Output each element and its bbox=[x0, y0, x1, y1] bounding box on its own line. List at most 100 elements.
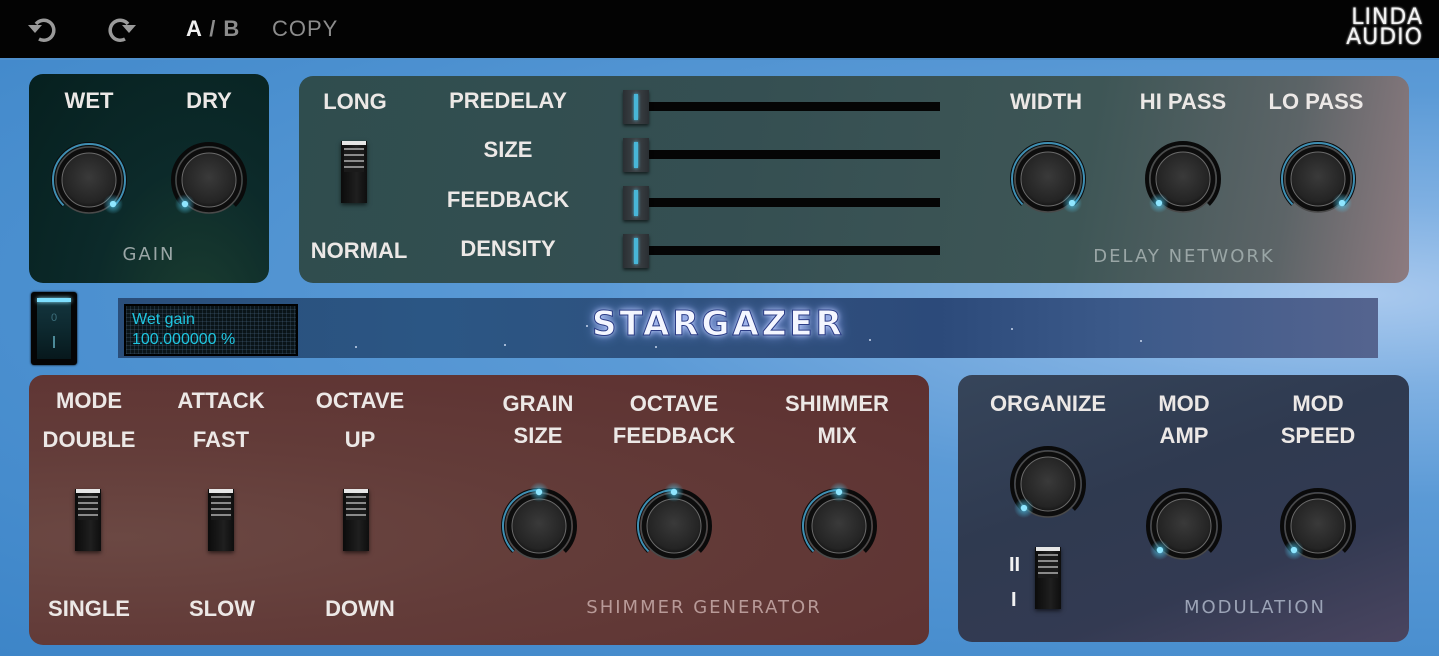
predelay-slider[interactable] bbox=[623, 90, 940, 124]
knob-indicator-icon bbox=[1020, 504, 1028, 512]
mode-single-label: SINGLE bbox=[48, 596, 130, 621]
ab-compare-toggle[interactable]: A / B bbox=[186, 16, 240, 42]
octave-feedback-label-2: FEEDBACK bbox=[612, 423, 736, 448]
shimmer-mix-label-2: MIX bbox=[817, 423, 857, 448]
knob-graphic bbox=[1010, 446, 1086, 519]
undo-button[interactable] bbox=[26, 14, 60, 44]
parameter-lcd: Wet gain 100.000000 % bbox=[124, 304, 298, 356]
star-decoration bbox=[355, 346, 357, 348]
grain-size-knob[interactable] bbox=[499, 482, 579, 566]
toggle-cap bbox=[1036, 547, 1060, 551]
knob-indicator-icon bbox=[535, 488, 543, 496]
knob-graphic bbox=[801, 482, 877, 560]
mod-speed-knob[interactable] bbox=[1278, 486, 1358, 566]
modulation-panel: ORGANIZE II I MOD AMP MOD SPEED MODULATI… bbox=[958, 375, 1409, 642]
size-slider[interactable] bbox=[623, 138, 940, 172]
copy-button[interactable]: COPY bbox=[272, 16, 338, 42]
power-led bbox=[37, 298, 71, 302]
mod-speed-label-1: MOD bbox=[1292, 391, 1344, 416]
knob-graphic bbox=[1280, 141, 1356, 214]
size-label: SIZE bbox=[483, 137, 533, 162]
power-switch[interactable]: 0 bbox=[31, 292, 77, 365]
long-normal-toggle[interactable] bbox=[341, 141, 367, 203]
knob-graphic bbox=[51, 142, 127, 215]
slider-thumb[interactable] bbox=[623, 186, 649, 220]
octave-feedback-label-1: OCTAVE bbox=[629, 391, 719, 416]
width-knob[interactable] bbox=[1008, 139, 1088, 219]
lo-pass-knob[interactable] bbox=[1278, 139, 1358, 219]
knob-indicator-icon bbox=[670, 488, 678, 496]
long-label: LONG bbox=[323, 89, 387, 114]
knob-graphic bbox=[171, 142, 247, 215]
gain-panel: WET DRY GAIN bbox=[29, 74, 269, 283]
toggle-cap bbox=[342, 141, 366, 145]
slider-thumb[interactable] bbox=[623, 234, 649, 268]
redo-button[interactable] bbox=[104, 14, 138, 44]
lcd-param-name: Wet gain bbox=[132, 311, 195, 328]
star-decoration bbox=[1011, 328, 1013, 330]
dry-label: DRY bbox=[186, 88, 232, 113]
slider-thumb[interactable] bbox=[623, 90, 649, 124]
toggle-cap bbox=[76, 489, 100, 493]
knob-indicator-icon bbox=[835, 488, 843, 496]
display-bar: Wet gain 100.000000 % STARGAZER bbox=[118, 298, 1378, 358]
organize-mode-i-label: I bbox=[1011, 589, 1017, 611]
knob-indicator-icon bbox=[1155, 199, 1163, 207]
ab-b-label[interactable]: B bbox=[223, 16, 240, 41]
slider-thumb[interactable] bbox=[623, 138, 649, 172]
hi-pass-knob[interactable] bbox=[1143, 139, 1223, 219]
brand-logo: LINDA AUDIO bbox=[1346, 7, 1423, 50]
attack-label: ATTACK bbox=[177, 388, 265, 413]
dry-knob[interactable] bbox=[169, 140, 249, 220]
knob-graphic bbox=[1280, 488, 1356, 561]
knob-indicator-icon bbox=[1068, 199, 1076, 207]
lcd-param-value: 100.000000 % bbox=[132, 331, 236, 348]
toggle-grip bbox=[346, 496, 366, 520]
toggle-grip bbox=[344, 148, 364, 172]
hi-pass-label: HI PASS bbox=[1139, 89, 1227, 114]
slider-track bbox=[643, 246, 940, 255]
ab-separator: / bbox=[202, 16, 224, 41]
density-label: DENSITY bbox=[460, 236, 556, 261]
knob-indicator-icon bbox=[1156, 546, 1164, 554]
shimmer-mix-knob[interactable] bbox=[799, 482, 879, 566]
star-decoration bbox=[504, 344, 506, 346]
organize-mode-toggle[interactable] bbox=[1035, 547, 1061, 609]
mod-amp-knob[interactable] bbox=[1144, 486, 1224, 566]
knob-cap bbox=[646, 498, 702, 554]
knob-cap bbox=[811, 498, 867, 554]
logo-line-2: AUDIO bbox=[1346, 25, 1423, 50]
knob-indicator-icon bbox=[1338, 199, 1346, 207]
octave-label: OCTAVE bbox=[315, 388, 405, 413]
shimmer-generator-section-label: SHIMMER GENERATOR bbox=[586, 597, 822, 618]
attack-fast-label: FAST bbox=[192, 427, 250, 452]
knob-indicator-icon bbox=[109, 200, 117, 208]
octave-toggle[interactable] bbox=[343, 489, 369, 551]
knob-graphic bbox=[1146, 488, 1222, 561]
slider-track bbox=[643, 102, 940, 111]
toggle-grip bbox=[211, 496, 231, 520]
power-switch-face: 0 bbox=[37, 298, 71, 359]
delay-network-section-label: DELAY NETWORK bbox=[1093, 246, 1275, 267]
star-decoration bbox=[655, 346, 657, 348]
knob-cap bbox=[511, 498, 567, 554]
density-slider[interactable] bbox=[623, 234, 940, 268]
toggle-grip bbox=[78, 496, 98, 520]
organize-label: ORGANIZE bbox=[989, 391, 1107, 416]
star-decoration bbox=[1140, 340, 1142, 342]
normal-label: NORMAL bbox=[310, 238, 408, 263]
attack-toggle[interactable] bbox=[208, 489, 234, 551]
octave-feedback-knob[interactable] bbox=[634, 482, 714, 566]
organize-mode-ii-label: II bbox=[1009, 554, 1021, 576]
wet-knob[interactable] bbox=[49, 140, 129, 220]
feedback-slider[interactable] bbox=[623, 186, 940, 220]
power-off-mark: 0 bbox=[50, 312, 58, 324]
redo-icon bbox=[108, 18, 136, 42]
mod-amp-label-1: MOD bbox=[1158, 391, 1210, 416]
organize-knob[interactable] bbox=[1008, 444, 1088, 524]
undo-icon bbox=[28, 18, 56, 42]
ab-a-label[interactable]: A bbox=[186, 16, 202, 41]
mode-toggle[interactable] bbox=[75, 489, 101, 551]
wet-label: WET bbox=[64, 88, 114, 113]
slider-track bbox=[643, 198, 940, 207]
